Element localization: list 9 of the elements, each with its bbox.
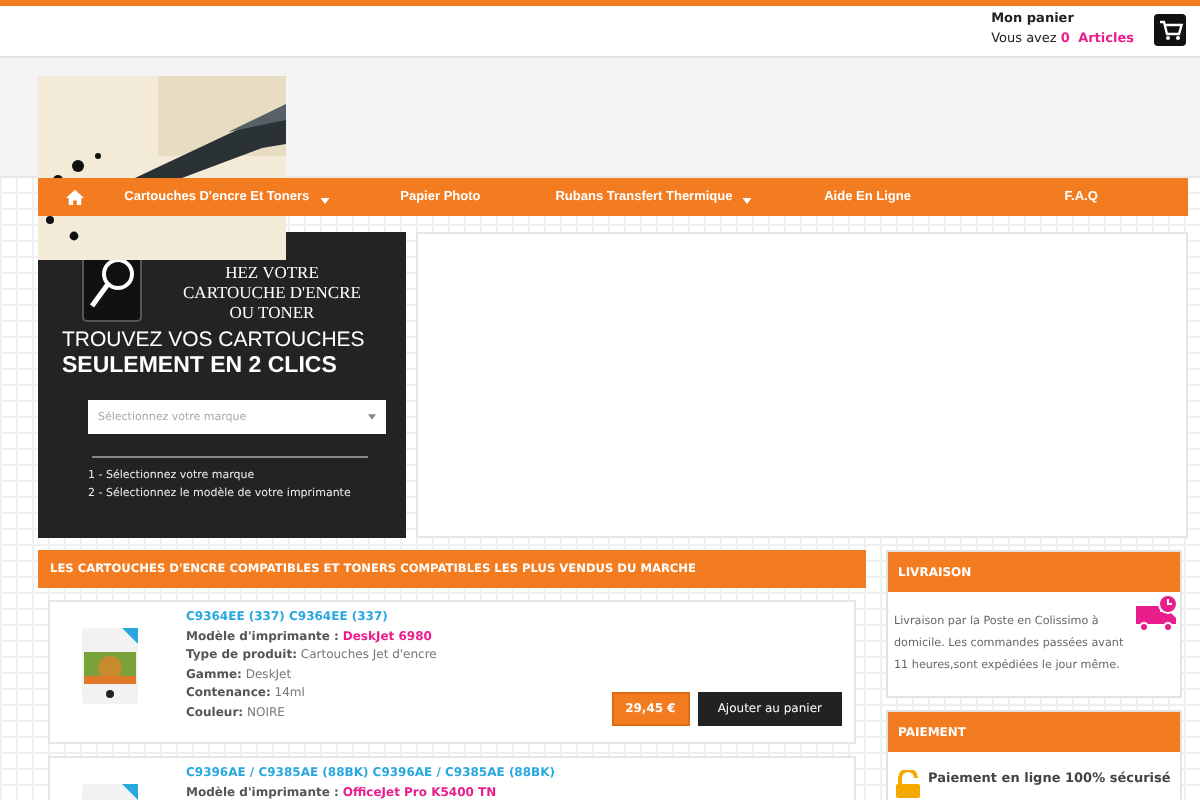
home-icon[interactable] xyxy=(66,188,84,206)
caret-icon[interactable] xyxy=(319,197,330,203)
caret-icon[interactable] xyxy=(368,414,376,420)
cart-icon[interactable] xyxy=(1154,14,1186,46)
finder-title: TROUVEZ VOS CARTOUCHES xyxy=(62,328,367,352)
caret-icon[interactable] xyxy=(742,197,753,203)
lock-icon xyxy=(894,770,922,798)
finder-heading: HEZ VOTRE CARTOUCHE D'ENCRE OU TONER xyxy=(181,260,363,322)
finder-subtitle: SEULEMENT EN 2 CLICS xyxy=(62,354,339,378)
